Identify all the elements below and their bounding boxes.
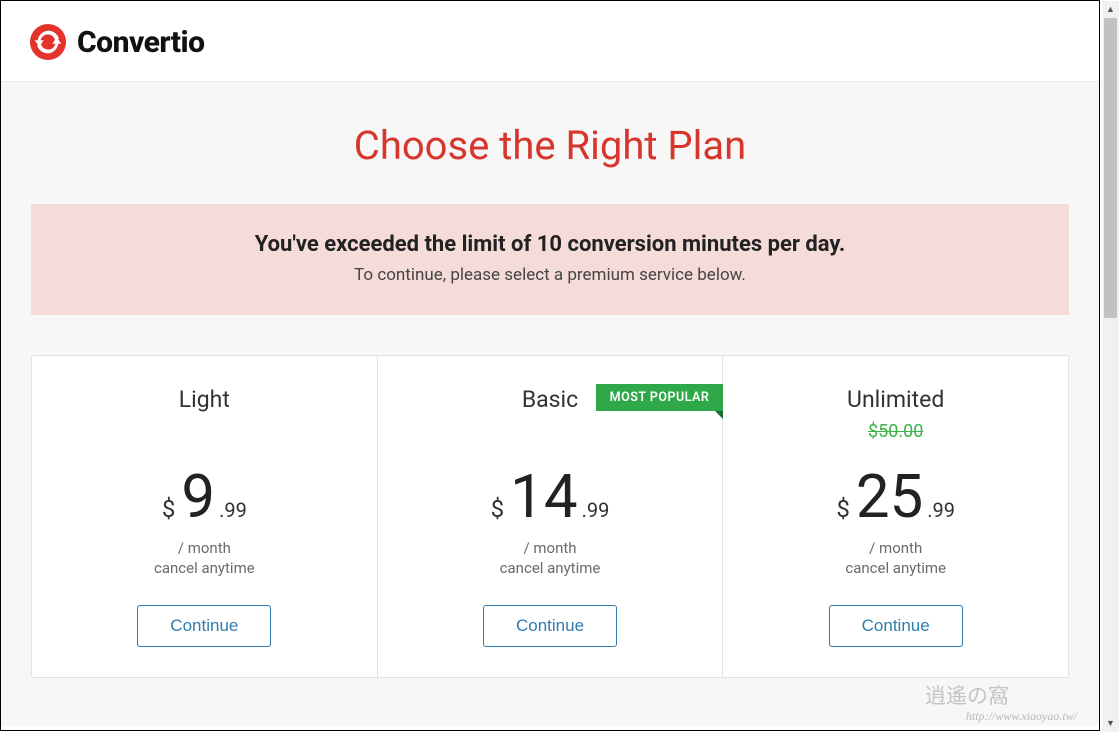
continue-button[interactable]: Continue: [137, 605, 271, 647]
price-cents: .99: [582, 498, 610, 522]
price-cents: .99: [219, 498, 247, 522]
vertical-scrollbar[interactable]: ▲ ▼: [1102, 1, 1119, 732]
continue-button[interactable]: Continue: [483, 605, 617, 647]
alert-subtext: To continue, please select a premium ser…: [51, 265, 1049, 285]
page-title: Choose the Right Plan: [31, 122, 1069, 169]
currency-symbol: $: [836, 495, 850, 523]
logo[interactable]: Convertio: [29, 23, 205, 61]
site-header: Convertio: [1, 1, 1099, 82]
old-price: $50.00: [743, 421, 1048, 443]
plan-name: Light: [52, 386, 357, 413]
currency-symbol: $: [491, 495, 505, 523]
cancel-note: cancel anytime: [398, 559, 703, 577]
cancel-note: cancel anytime: [743, 559, 1048, 577]
convertio-icon: [29, 23, 67, 61]
billing-period: / month: [398, 539, 703, 557]
scroll-thumb[interactable]: [1104, 18, 1117, 318]
price-main: 14: [510, 467, 577, 527]
cancel-note: cancel anytime: [52, 559, 357, 577]
plan-unlimited: Unlimited $50.00 $ 25 .99 / month cancel…: [723, 356, 1068, 677]
price-main: 9: [181, 467, 215, 527]
billing-period: / month: [52, 539, 357, 557]
continue-button[interactable]: Continue: [829, 605, 963, 647]
old-price: [52, 421, 357, 443]
alert-headline: You've exceeded the limit of 10 conversi…: [51, 232, 1049, 257]
price: $ 14 .99: [398, 467, 703, 527]
limit-exceeded-alert: You've exceeded the limit of 10 conversi…: [31, 204, 1069, 315]
price: $ 25 .99: [743, 467, 1048, 527]
currency-symbol: $: [162, 495, 176, 523]
scroll-down-icon[interactable]: ▼: [1102, 715, 1119, 732]
main-content: Choose the Right Plan You've exceeded th…: [1, 82, 1099, 726]
scroll-track[interactable]: [1102, 18, 1119, 715]
brand-name: Convertio: [77, 25, 205, 60]
price-cents: .99: [927, 498, 955, 522]
scroll-up-icon[interactable]: ▲: [1102, 1, 1119, 18]
pricing-plans: Light $ 9 .99 / month cancel anytime Con…: [31, 355, 1069, 678]
price-main: 25: [856, 467, 923, 527]
old-price: [398, 421, 703, 443]
plan-basic: MOST POPULAR Basic $ 14 .99 / month canc…: [378, 356, 724, 677]
billing-period: / month: [743, 539, 1048, 557]
price: $ 9 .99: [52, 467, 357, 527]
plan-name: Unlimited: [743, 386, 1048, 413]
plan-light: Light $ 9 .99 / month cancel anytime Con…: [32, 356, 378, 677]
most-popular-badge: MOST POPULAR: [596, 384, 724, 411]
